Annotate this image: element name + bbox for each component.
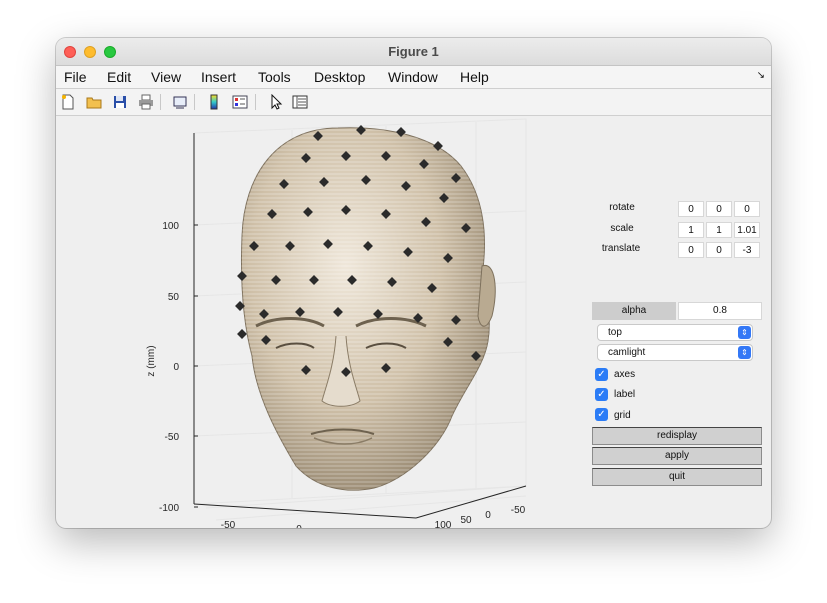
plot-area[interactable]: 100 50 0 -50 -100 z (mm) -50 0 50 100 50… bbox=[56, 116, 586, 528]
menu-help[interactable]: Help bbox=[460, 69, 489, 85]
title-bar: Figure 1 bbox=[56, 38, 771, 66]
translate-label: translate bbox=[601, 243, 641, 254]
scale-z-field[interactable]: 1.01 bbox=[734, 222, 760, 238]
label-checkbox[interactable]: ✓ bbox=[595, 388, 608, 401]
translate-x-field[interactable]: 0 bbox=[678, 242, 704, 258]
view-popup[interactable]: top ⇕ bbox=[597, 324, 753, 341]
rotate-z-field[interactable]: 0 bbox=[734, 201, 760, 217]
menu-file[interactable]: File bbox=[64, 69, 87, 85]
chevron-updown-icon: ⇕ bbox=[738, 346, 751, 359]
scale-y-field[interactable]: 1 bbox=[706, 222, 732, 238]
z-tick-marks bbox=[194, 224, 198, 508]
axes-checkbox-label: axes bbox=[614, 369, 636, 380]
quit-button[interactable]: quit bbox=[592, 468, 762, 486]
link-icon[interactable] bbox=[172, 94, 188, 110]
menu-insert[interactable]: Insert bbox=[201, 69, 236, 85]
toolbar-separator bbox=[160, 94, 161, 110]
new-file-icon[interactable] bbox=[60, 94, 76, 110]
y-tick-label: 0 bbox=[485, 510, 491, 521]
translate-y-field[interactable]: 0 bbox=[706, 242, 732, 258]
y-tick-label: 50 bbox=[460, 515, 472, 526]
z-tick-label: 0 bbox=[173, 362, 179, 373]
menu-tools[interactable]: Tools bbox=[258, 69, 291, 85]
print-icon[interactable] bbox=[138, 94, 154, 110]
scale-x-field[interactable]: 1 bbox=[678, 222, 704, 238]
rotate-x-field[interactable]: 0 bbox=[678, 201, 704, 217]
redisplay-button[interactable]: redisplay bbox=[592, 427, 762, 445]
colorbar-icon[interactable] bbox=[206, 94, 222, 110]
z-tick-label: 100 bbox=[162, 221, 179, 232]
menu-bar: File Edit View Insert Tools Desktop Wind… bbox=[56, 66, 771, 89]
y-tick-label: -50 bbox=[511, 505, 526, 516]
rotate-y-field[interactable]: 0 bbox=[706, 201, 732, 217]
menu-edit[interactable]: Edit bbox=[107, 69, 131, 85]
open-folder-icon[interactable] bbox=[86, 94, 102, 110]
alpha-label: alpha bbox=[592, 302, 676, 320]
menu-desktop[interactable]: Desktop bbox=[314, 69, 365, 85]
view-popup-value: top bbox=[608, 327, 622, 338]
save-icon[interactable] bbox=[112, 94, 128, 110]
apply-button[interactable]: apply bbox=[592, 447, 762, 465]
z-tick-label: -100 bbox=[159, 503, 179, 514]
figure-window: Figure 1 File Edit View Insert Tools Des… bbox=[56, 38, 771, 528]
menu-overflow-icon[interactable]: ↘ bbox=[757, 70, 765, 81]
toolbar bbox=[56, 89, 771, 116]
electrode-marker bbox=[237, 329, 247, 339]
legend-icon[interactable] bbox=[232, 94, 248, 110]
translate-z-field[interactable]: -3 bbox=[734, 242, 760, 258]
label-checkbox-label: label bbox=[614, 389, 636, 400]
property-editor-icon[interactable] bbox=[292, 94, 308, 110]
toolbar-separator bbox=[194, 94, 195, 110]
x-tick-label: -50 bbox=[221, 520, 236, 528]
scale-label: scale bbox=[610, 223, 634, 234]
grid-checkbox-label: grid bbox=[614, 410, 631, 421]
z-tick-label: 50 bbox=[168, 292, 180, 303]
y-tick-label: 100 bbox=[435, 520, 452, 528]
z-tick-label: -50 bbox=[165, 432, 180, 443]
x-tick-label: 0 bbox=[296, 524, 302, 528]
pointer-icon[interactable] bbox=[268, 94, 284, 110]
axes-checkbox[interactable]: ✓ bbox=[595, 368, 608, 381]
menu-window[interactable]: Window bbox=[388, 69, 438, 85]
window-title: Figure 1 bbox=[388, 44, 439, 59]
grid-checkbox[interactable]: ✓ bbox=[595, 408, 608, 421]
toolbar-separator bbox=[255, 94, 256, 110]
menu-view[interactable]: View bbox=[151, 69, 181, 85]
alpha-field[interactable]: 0.8 bbox=[678, 302, 762, 320]
z-axis-label: z (mm) bbox=[146, 345, 157, 376]
rotate-label: rotate bbox=[609, 202, 635, 213]
light-popup[interactable]: camlight ⇕ bbox=[597, 344, 753, 361]
chevron-updown-icon: ⇕ bbox=[738, 326, 751, 339]
light-popup-value: camlight bbox=[608, 347, 646, 358]
